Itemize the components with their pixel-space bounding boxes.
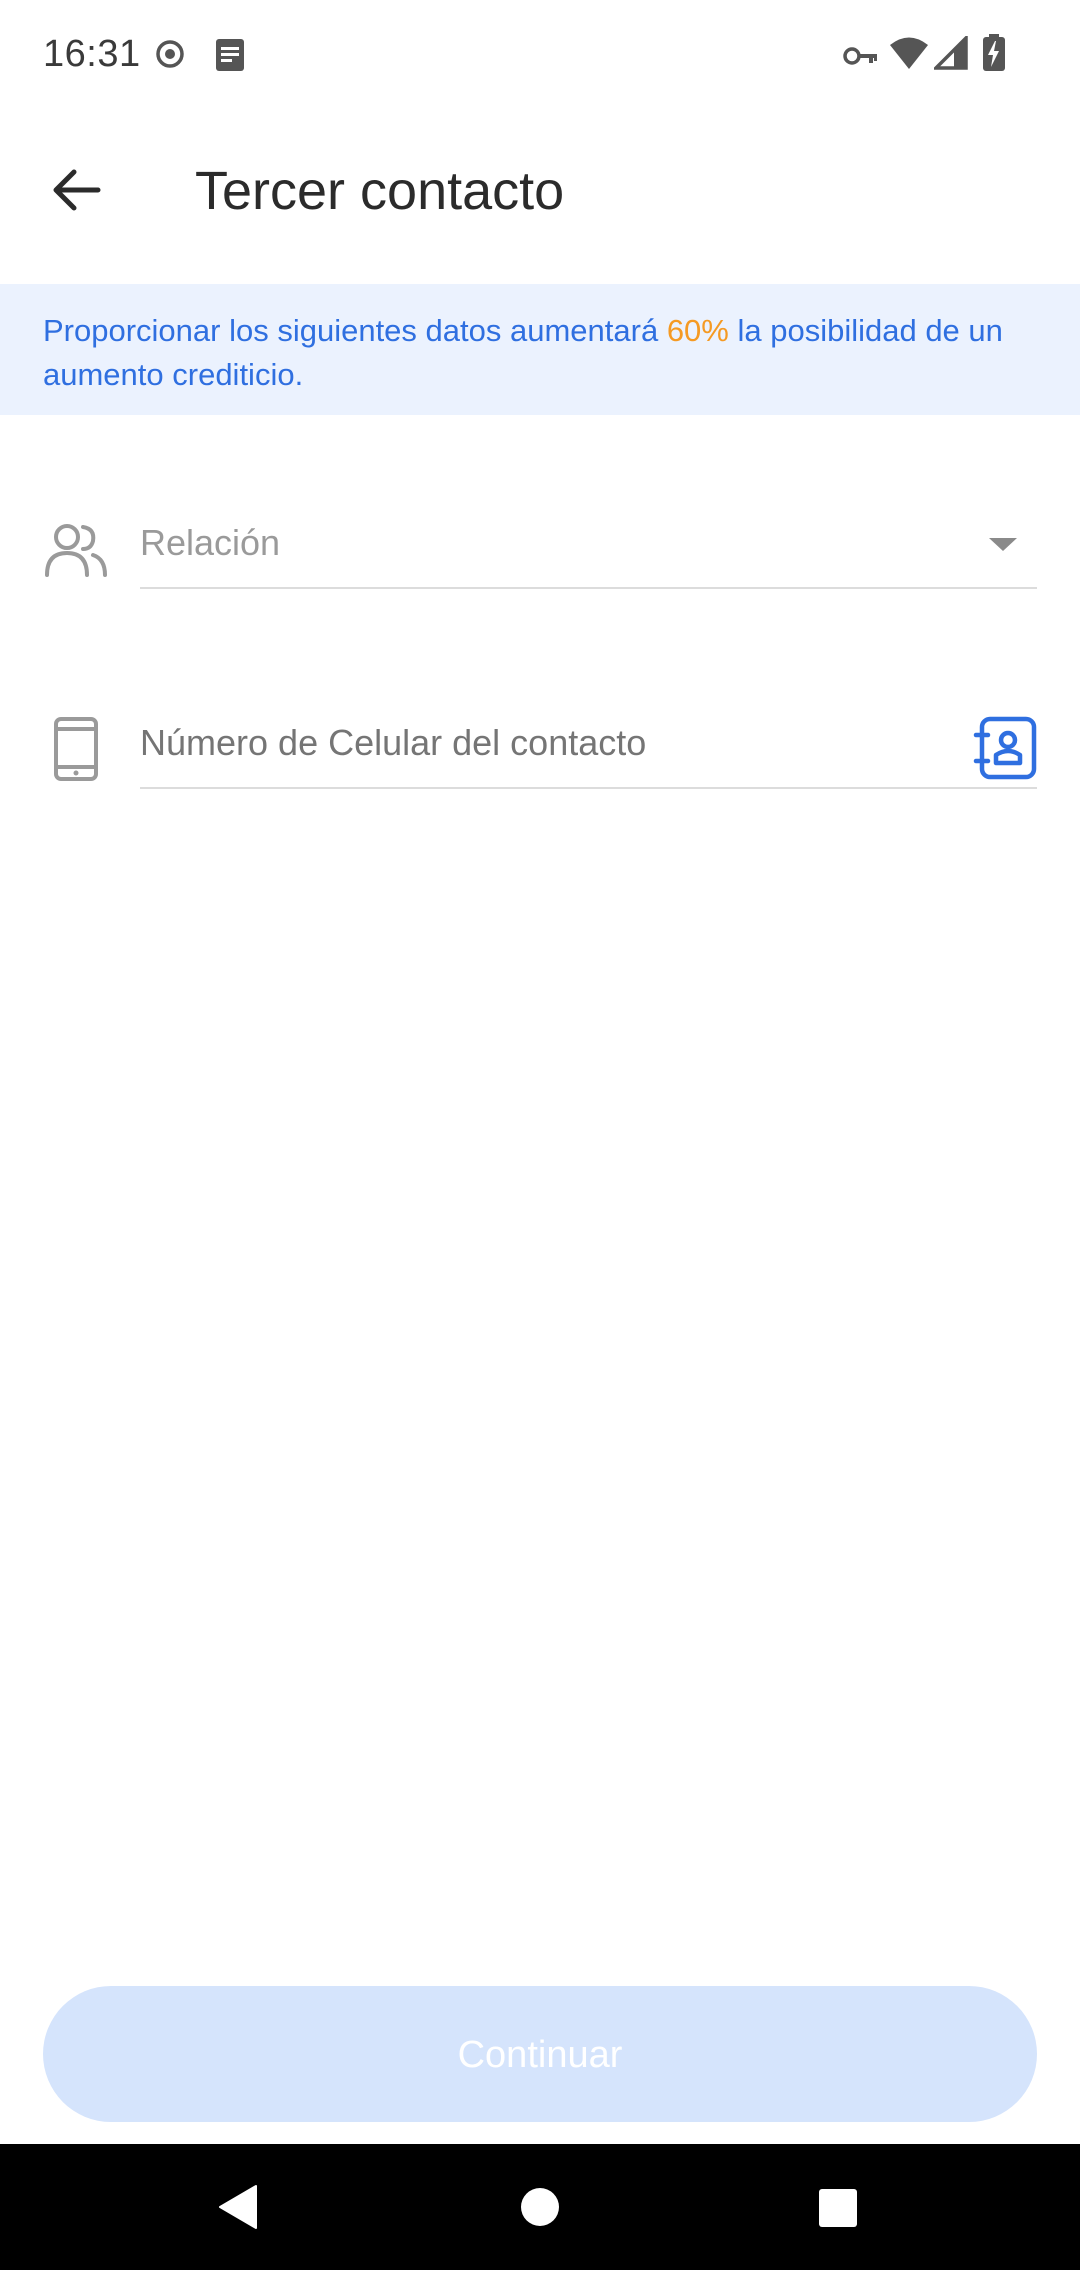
system-nav-bar — [0, 2144, 1080, 2270]
phone-field[interactable] — [0, 680, 1080, 790]
phone-input[interactable] — [140, 722, 940, 764]
relation-select[interactable]: Relación — [0, 480, 1080, 590]
wifi-icon — [890, 37, 928, 69]
relation-underline — [140, 587, 1037, 589]
app-bar: Tercer contacto — [0, 110, 1080, 284]
page-title: Tercer contacto — [195, 161, 565, 221]
relation-placeholder: Relación — [140, 522, 281, 563]
screen: 16:31 Tercer contacto Proporcionar los s… — [0, 0, 1080, 2270]
info-highlight-percentage: 60% — [666, 313, 729, 348]
vpn-key-icon — [843, 47, 877, 65]
status-time: 16:31 — [43, 33, 141, 75]
phone-underline — [140, 787, 1037, 789]
battery-charging-icon — [983, 34, 1005, 71]
back-button[interactable] — [40, 154, 112, 226]
back-triangle-icon[interactable] — [216, 2184, 260, 2230]
contacts-book-icon[interactable] — [972, 715, 1038, 781]
signal-icon — [934, 36, 968, 70]
mobile-phone-icon — [54, 717, 98, 781]
recents-square-icon[interactable] — [818, 2188, 858, 2228]
people-icon — [45, 524, 107, 577]
home-circle-icon[interactable] — [520, 2187, 560, 2227]
record-icon — [156, 40, 184, 68]
continue-button[interactable]: Continuar — [43, 1986, 1037, 2122]
status-bar: 16:31 — [0, 0, 1080, 110]
info-text-before: Proporcionar los siguientes datos aument… — [43, 313, 667, 348]
notes-icon — [216, 39, 244, 71]
arrow-left-icon — [53, 169, 101, 211]
info-banner: Proporcionar los siguientes datos aument… — [0, 284, 1080, 415]
chevron-down-icon[interactable] — [989, 538, 1017, 551]
